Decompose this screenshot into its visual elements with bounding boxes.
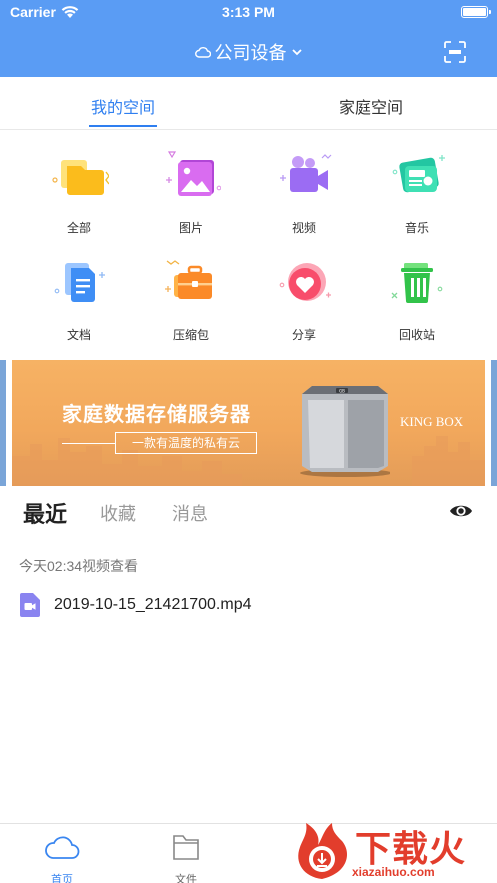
image-icon bbox=[166, 151, 222, 196]
file-name: 2019-10-15_21421700.mp4 bbox=[54, 596, 252, 613]
trash-icon bbox=[391, 263, 443, 303]
cloud-icon bbox=[45, 836, 80, 859]
carousel-next-peek bbox=[491, 360, 497, 486]
tab-recent[interactable]: 最近 bbox=[23, 497, 67, 529]
carousel-prev-peek bbox=[0, 360, 6, 486]
eye-icon[interactable] bbox=[449, 501, 473, 521]
banner-subtitle: 一款有温度的私有云 bbox=[115, 432, 257, 454]
scan-icon[interactable] bbox=[444, 41, 466, 63]
category-recycle-bin[interactable]: 回收站 bbox=[361, 255, 473, 343]
space-tabs: 我的空间 家庭空间 bbox=[0, 77, 497, 130]
battery-icon bbox=[461, 6, 491, 18]
device-selector[interactable]: 公司设备 bbox=[0, 39, 497, 65]
device-badge: GB bbox=[339, 388, 345, 393]
file-list-item[interactable]: 2019-10-15_21421700.mp4 bbox=[20, 593, 252, 617]
flame-logo-icon bbox=[298, 823, 348, 879]
banner-title: 家庭数据存储服务器 bbox=[62, 404, 251, 426]
category-share[interactable]: 分享 bbox=[248, 255, 360, 343]
status-bar: Carrier 3:13 PM bbox=[0, 0, 497, 24]
category-music[interactable]: 音乐 bbox=[361, 148, 473, 236]
banner-brand: KING BOX bbox=[400, 414, 464, 429]
folder-icon bbox=[52, 160, 110, 195]
category-all-label: 全部 bbox=[66, 221, 91, 235]
recent-group-label: 今天02:34视频查看 bbox=[19, 558, 139, 574]
nav-files-label: 文件 bbox=[175, 874, 197, 883]
video-file-icon bbox=[20, 593, 40, 617]
watermark-logo: 下载火 xiazaihuo.com bbox=[292, 815, 497, 883]
device-name: 公司设备 bbox=[214, 43, 287, 63]
nav-home[interactable]: 首页 bbox=[32, 832, 92, 883]
storage-server-image: GB bbox=[300, 386, 390, 477]
document-icon bbox=[54, 263, 105, 302]
heart-icon bbox=[279, 263, 331, 301]
promo-carousel[interactable]: 家庭数据存储服务器 一款有温度的私有云 GB KING BOX bbox=[0, 360, 497, 486]
tab-messages[interactable]: 消息 bbox=[172, 500, 208, 526]
nav-home-label: 首页 bbox=[51, 874, 73, 883]
tab-favorites[interactable]: 收藏 bbox=[100, 500, 136, 526]
category-videos-label: 视频 bbox=[291, 221, 316, 235]
category-documents[interactable]: 文档 bbox=[23, 255, 135, 343]
video-icon bbox=[280, 154, 332, 192]
radio-icon bbox=[392, 155, 445, 193]
banner-divider bbox=[62, 443, 115, 444]
category-music-label: 音乐 bbox=[404, 221, 429, 235]
tab-family-space-label: 家庭空间 bbox=[339, 100, 404, 117]
promo-banner[interactable]: 家庭数据存储服务器 一款有温度的私有云 GB KING BOX bbox=[12, 360, 485, 486]
recent-tabs: 最近 收藏 消息 bbox=[0, 497, 497, 533]
status-time: 3:13 PM bbox=[222, 4, 275, 20]
tab-my-space-label: 我的空间 bbox=[91, 100, 156, 117]
nav-files[interactable]: 文件 bbox=[156, 832, 216, 883]
folder-icon bbox=[173, 835, 199, 860]
category-all[interactable]: 全部 bbox=[23, 148, 135, 236]
chevron-down-icon bbox=[291, 49, 302, 56]
category-archives-label: 压缩包 bbox=[172, 328, 209, 342]
briefcase-icon bbox=[165, 260, 212, 299]
cloud-icon bbox=[194, 47, 211, 58]
category-documents-label: 文档 bbox=[66, 328, 91, 342]
category-videos[interactable]: 视频 bbox=[248, 148, 360, 236]
category-images[interactable]: 图片 bbox=[135, 148, 247, 236]
tab-family-space[interactable]: 家庭空间 bbox=[339, 94, 403, 118]
active-tab-indicator bbox=[89, 125, 158, 127]
tab-my-space[interactable]: 我的空间 bbox=[89, 94, 158, 127]
category-recycle-bin-label: 回收站 bbox=[398, 328, 435, 342]
category-archives[interactable]: 压缩包 bbox=[135, 255, 247, 343]
category-images-label: 图片 bbox=[178, 221, 203, 235]
watermark-url: xiazaihuo.com bbox=[352, 865, 435, 879]
category-share-label: 分享 bbox=[291, 328, 316, 342]
app-header: Carrier 3:13 PM 公司设备 bbox=[0, 0, 497, 77]
